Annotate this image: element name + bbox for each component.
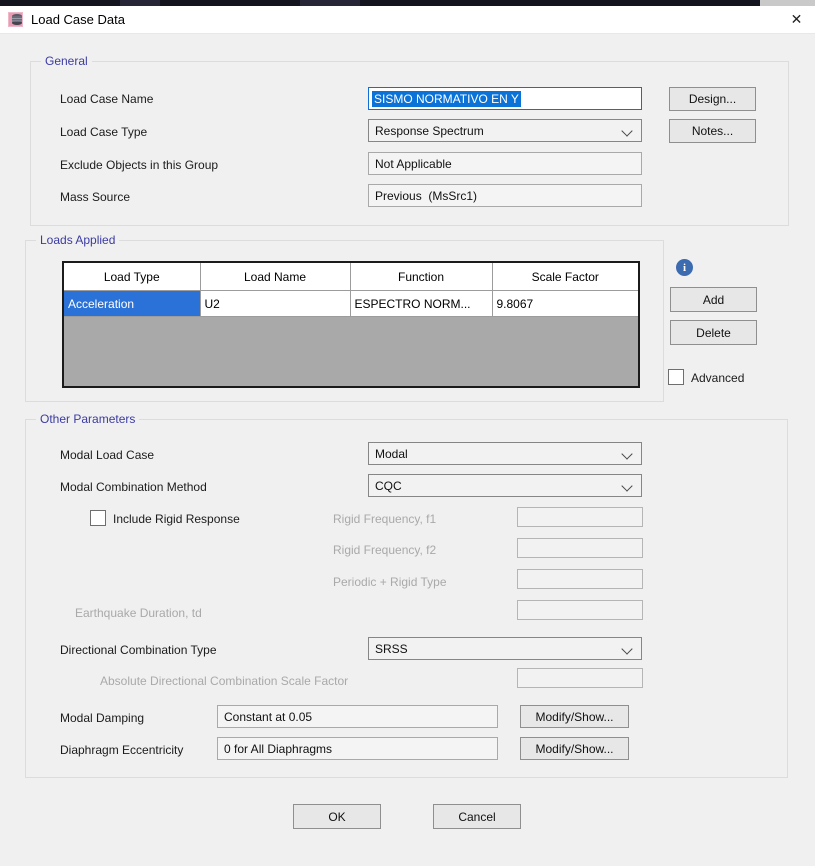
dialog-title: Load Case Data (31, 12, 125, 27)
design-button[interactable]: Design... (669, 87, 756, 111)
directional-combination-dropdown[interactable]: SRSS (368, 637, 642, 660)
advanced-checkbox-label: Advanced (691, 371, 745, 385)
modal-damping-modify-button[interactable]: Modify/Show... (520, 705, 629, 728)
diaphragm-eccentricity-value: 0 for All Diaphragms (217, 737, 498, 760)
cell-scale-factor[interactable]: 9.8067 (491, 290, 638, 317)
rigid-frequency-f1-input[interactable] (517, 507, 643, 527)
dialog-titlebar: Load Case Data ✕ (0, 6, 815, 34)
cancel-button[interactable]: Cancel (433, 804, 521, 829)
chevron-down-icon (621, 480, 633, 492)
mass-source-label: Mass Source (60, 190, 131, 204)
table-header-row: Load Type Load Name Function Scale Facto… (64, 263, 638, 291)
mass-source-value: Previous (MsSrc1) (368, 184, 642, 207)
directional-combination-value: SRSS (375, 641, 408, 656)
info-icon[interactable]: i (676, 259, 693, 276)
delete-button[interactable]: Delete (670, 320, 757, 345)
cell-function[interactable]: ESPECTRO NORM... (349, 290, 493, 317)
earthquake-duration-input[interactable] (517, 600, 643, 620)
include-rigid-response-checkbox[interactable] (90, 510, 106, 526)
modal-damping-value: Constant at 0.05 (217, 705, 498, 728)
include-rigid-response-label: Include Rigid Response (113, 512, 240, 526)
cell-load-type[interactable]: Acceleration (64, 290, 201, 317)
col-header-scale-factor[interactable]: Scale Factor (491, 263, 638, 291)
load-case-name-input[interactable]: SISMO NORMATIVO EN Y (368, 87, 642, 110)
load-case-data-dialog: Load Case Data ✕ General Load Case Name … (0, 0, 815, 866)
advanced-checkbox[interactable] (668, 369, 684, 385)
table-row[interactable]: Acceleration U2 ESPECTRO NORM... 9.8067 (64, 290, 638, 317)
load-case-type-dropdown[interactable]: Response Spectrum (368, 119, 642, 142)
modal-load-case-label: Modal Load Case (60, 448, 155, 462)
load-case-name-label: Load Case Name (60, 92, 154, 106)
load-case-type-value: Response Spectrum (375, 123, 484, 138)
periodic-rigid-type-label: Periodic + Rigid Type (333, 575, 447, 589)
loads-applied-group-label: Loads Applied (36, 233, 120, 247)
diaphragm-eccentricity-label: Diaphragm Eccentricity (60, 743, 184, 757)
general-group-label: General (41, 54, 92, 68)
modal-combination-label: Modal Combination Method (60, 480, 207, 494)
modal-combination-value: CQC (375, 478, 402, 493)
chevron-down-icon (621, 643, 633, 655)
directional-combination-label: Directional Combination Type (60, 643, 217, 657)
abs-directional-scale-label: Absolute Directional Combination Scale F… (100, 674, 349, 688)
modal-load-case-value: Modal (375, 446, 408, 461)
abs-directional-scale-input[interactable] (517, 668, 643, 688)
periodic-rigid-type-input[interactable] (517, 569, 643, 589)
rigid-frequency-f2-label: Rigid Frequency, f2 (333, 543, 437, 557)
rigid-frequency-f1-label: Rigid Frequency, f1 (333, 512, 437, 526)
modal-combination-dropdown[interactable]: CQC (368, 474, 642, 497)
close-icon[interactable]: ✕ (778, 6, 815, 33)
diaphragm-eccentricity-modify-button[interactable]: Modify/Show... (520, 737, 629, 760)
modal-load-case-dropdown[interactable]: Modal (368, 442, 642, 465)
cell-load-name[interactable]: U2 (199, 290, 351, 317)
add-button[interactable]: Add (670, 287, 757, 312)
modal-damping-label: Modal Damping (60, 711, 145, 725)
exclude-objects-value: Not Applicable (368, 152, 642, 175)
load-case-name-selected-text: SISMO NORMATIVO EN Y (372, 90, 521, 107)
col-header-function[interactable]: Function (349, 263, 493, 291)
earthquake-duration-label: Earthquake Duration, td (75, 606, 202, 620)
chevron-down-icon (621, 125, 633, 137)
exclude-objects-label: Exclude Objects in this Group (60, 158, 219, 172)
load-case-data-icon (8, 11, 25, 28)
loads-applied-table[interactable]: Load Type Load Name Function Scale Facto… (62, 261, 640, 388)
load-case-type-label: Load Case Type (60, 125, 148, 139)
other-parameters-group-label: Other Parameters (36, 412, 140, 426)
col-header-load-type[interactable]: Load Type (64, 263, 201, 291)
notes-button[interactable]: Notes... (669, 119, 756, 143)
chevron-down-icon (621, 448, 633, 460)
col-header-load-name[interactable]: Load Name (199, 263, 351, 291)
ok-button[interactable]: OK (293, 804, 381, 829)
rigid-frequency-f2-input[interactable] (517, 538, 643, 558)
